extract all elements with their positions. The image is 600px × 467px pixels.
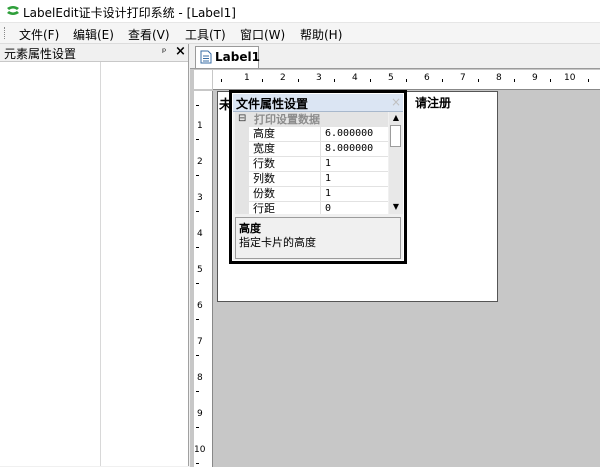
property-row[interactable]: 列数 1 (235, 172, 388, 187)
property-name-column (0, 62, 101, 466)
menu-file[interactable]: 文件(F) (17, 25, 61, 44)
tab-label1[interactable]: Label1 (195, 46, 260, 68)
property-row[interactable]: 行数 1 (235, 157, 388, 172)
property-category[interactable]: ⊟ 打印设置数据 (235, 112, 388, 127)
document-tab-bar: Label1 (190, 44, 600, 68)
ruler-corner (194, 70, 212, 89)
property-row[interactable]: 宽度 8.000000 (235, 142, 388, 157)
menu-help[interactable]: 帮助(H) (298, 25, 344, 44)
menu-bar: 文件(F) 编辑(E) 查看(V) 工具(T) 窗口(W) 帮助(H) (0, 23, 600, 44)
ruler-h-label: 3 (316, 73, 322, 83)
labeledit-logo-icon (7, 6, 19, 15)
vertical-ruler: 1 2 3 4 5 6 7 8 9 10 (194, 91, 213, 467)
dialog-title-bar[interactable]: 文件属性设置 × (233, 94, 403, 112)
menu-edit[interactable]: 编辑(E) (71, 25, 116, 44)
ruler-v-label: 8 (197, 373, 203, 383)
scroll-down-icon[interactable]: ▼ (389, 201, 403, 213)
property-value[interactable]: 0 (325, 202, 331, 214)
collapse-icon[interactable]: ⊟ (238, 112, 246, 126)
property-row[interactable]: 高度 6.000000 (235, 127, 388, 142)
property-grid-scrollbar[interactable]: ▲ ▼ (389, 112, 403, 214)
ruler-v-label: 9 (197, 409, 203, 419)
property-grid: ⊟ 打印设置数据 高度 6.000000 宽度 8.000000 行数 1 列数 (235, 112, 388, 214)
ruler-h-label: 6 (424, 73, 430, 83)
tab-label: Label1 (215, 50, 260, 64)
ruler-v-label: 2 (197, 157, 203, 167)
close-icon[interactable]: × (175, 44, 186, 59)
ruler-v-label: 5 (197, 265, 203, 275)
property-row[interactable]: 份数 1 (235, 187, 388, 202)
category-label: 打印设置数据 (254, 113, 320, 126)
element-properties-panel: 元素属性设置 ᵖ × (0, 44, 189, 466)
ruler-v-label: 7 (197, 337, 203, 347)
title-bar: LabelEdit证卡设计打印系统 - [Label1] (0, 0, 600, 23)
property-value[interactable]: 1 (325, 172, 331, 186)
scroll-up-icon[interactable]: ▲ (389, 112, 403, 124)
ruler-h-label: 7 (460, 73, 466, 83)
property-description: 高度 指定卡片的高度 (235, 217, 401, 259)
property-name: 高度 (253, 127, 275, 140)
ruler-h-label: 10 (564, 73, 576, 83)
file-properties-dialog: 文件属性设置 × ⊟ 打印设置数据 高度 6.000000 宽度 8.00000… (229, 90, 407, 264)
property-name: 行距 (253, 202, 275, 214)
ruler-v-label: 10 (194, 445, 206, 455)
property-name: 列数 (253, 172, 275, 185)
menu-view[interactable]: 查看(V) (126, 25, 172, 44)
ruler-h-label: 9 (532, 73, 538, 83)
ruler-v-label: 6 (197, 301, 203, 311)
ruler-v-label: 3 (197, 193, 203, 203)
ruler-h-label: 4 (352, 73, 358, 83)
close-icon[interactable]: × (391, 94, 401, 110)
scroll-thumb[interactable] (390, 125, 401, 147)
horizontal-ruler: 1 2 3 4 5 6 7 8 9 10 (213, 70, 600, 90)
menu-window[interactable]: 窗口(W) (238, 25, 287, 44)
property-value[interactable]: 8.000000 (325, 142, 373, 156)
ruler-v-label: 1 (197, 121, 203, 131)
ruler-h-label: 1 (244, 73, 250, 83)
property-name: 宽度 (253, 142, 275, 155)
ruler-h-label: 8 (496, 73, 502, 83)
dialog-title: 文件属性设置 (236, 97, 309, 111)
ruler-h-label: 2 (280, 73, 286, 83)
card-watermark-text: 请注册 (415, 96, 452, 110)
document-icon (200, 50, 212, 64)
menu-grip (4, 27, 8, 39)
property-row[interactable]: 行距 0 (235, 202, 388, 214)
panel-header: 元素属性设置 ᵖ × (0, 44, 188, 62)
property-value[interactable]: 1 (325, 187, 331, 201)
panel-title: 元素属性设置 (4, 47, 77, 61)
dialog-body: 文件属性设置 × ⊟ 打印设置数据 高度 6.000000 宽度 8.00000… (232, 93, 404, 261)
pin-icon[interactable]: ᵖ (162, 46, 166, 59)
property-value[interactable]: 6.000000 (325, 127, 373, 141)
description-text: 指定卡片的高度 (239, 236, 316, 249)
property-value[interactable]: 1 (325, 157, 331, 171)
ruler-h-label: 5 (388, 73, 394, 83)
ruler-v-label: 4 (197, 229, 203, 239)
property-name: 份数 (253, 187, 275, 200)
menu-tools[interactable]: 工具(T) (183, 25, 228, 44)
window-title: LabelEdit证卡设计打印系统 - [Label1] (23, 6, 236, 20)
property-name: 行数 (253, 157, 275, 170)
